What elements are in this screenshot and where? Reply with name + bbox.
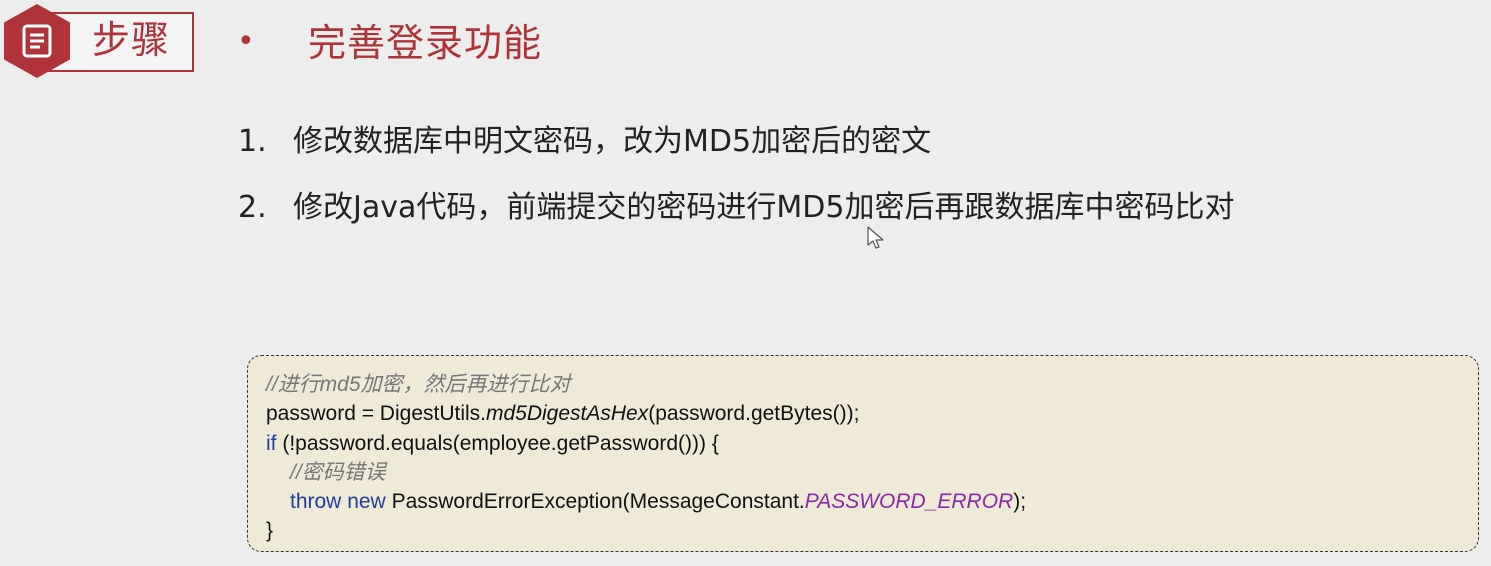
page-title: 完善登录功能	[308, 21, 543, 65]
code-text: password = DigestUtils.	[266, 402, 486, 426]
code-comment: //进行md5加密，然后再进行比对	[266, 373, 571, 396]
step-text: 修改Java代码，前端提交的密码进行MD5加密后再跟数据库中密码比对	[293, 190, 1235, 225]
code-comment: //密码错误	[290, 460, 386, 484]
steps-list: 1. 修改数据库中明文密码，改为MD5加密后的密文 2. 修改Java代码，前端提交…	[238, 118, 1234, 250]
code-line: password = DigestUtils.md5DigestAsHex(pa…	[266, 399, 1460, 428]
code-text: (!password.equals(employee.getPassword()…	[276, 431, 719, 455]
list-item: 1. 修改数据库中明文密码，改为MD5加密后的密文	[238, 118, 1234, 184]
code-line: throw new PasswordErrorException(Message…	[266, 487, 1460, 516]
code-keyword: new	[347, 490, 386, 514]
code-keyword: if	[266, 431, 277, 455]
code-text: PasswordErrorException(MessageConstant.	[385, 490, 805, 514]
code-text: );	[1013, 490, 1027, 514]
document-icon	[22, 24, 52, 58]
step-number: 2.	[238, 190, 267, 225]
step-text: 修改数据库中明文密码，改为MD5加密后的密文	[293, 124, 932, 159]
step-number: 1.	[238, 124, 267, 159]
code-text: (password.getBytes());	[648, 402, 860, 426]
code-keyword: throw	[290, 490, 342, 514]
code-block: //进行md5加密，然后再进行比对 password = DigestUtils…	[247, 355, 1479, 552]
badge-label: 步骤	[92, 18, 171, 62]
code-method: md5DigestAsHex	[486, 402, 649, 426]
title-bullet: •	[237, 24, 255, 59]
code-line: }	[266, 519, 274, 543]
code-constant: PASSWORD_ERROR	[804, 490, 1014, 514]
list-item: 2. 修改Java代码，前端提交的密码进行MD5加密后再跟数据库中密码比对	[238, 184, 1234, 250]
mouse-cursor-icon	[867, 226, 884, 249]
code-line: if (!password.equals(employee.getPasswor…	[266, 429, 1460, 458]
